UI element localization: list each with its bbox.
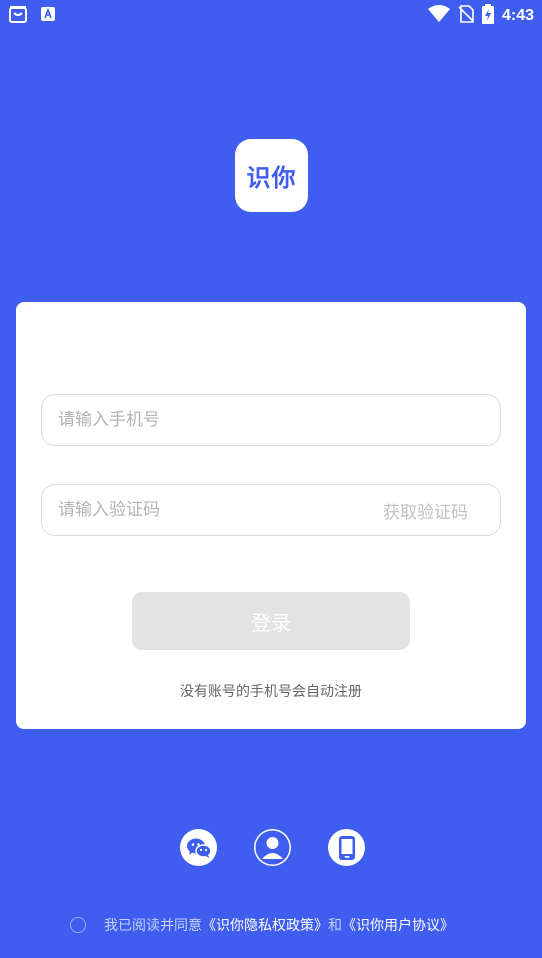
phone-login-button[interactable]: [328, 829, 365, 866]
get-code-button[interactable]: 获取验证码: [383, 498, 486, 523]
wechat-login-button[interactable]: [180, 829, 217, 866]
agreement-and: 和: [328, 918, 342, 934]
agreement-row: 我已阅读并同意 《识你隐私权政策》 和 《识你用户协议》: [70, 915, 454, 935]
wifi-icon: [427, 5, 450, 27]
app-notification-icon: [40, 6, 56, 26]
login-button[interactable]: 登录: [132, 592, 410, 650]
phone-input-wrapper: [41, 394, 501, 446]
agreement-prefix: 我已阅读并同意: [104, 918, 202, 934]
privacy-policy-link[interactable]: 《识你隐私权政策》: [202, 915, 328, 935]
wechat-icon: [186, 838, 212, 858]
agreement-checkbox[interactable]: [70, 917, 86, 933]
store-icon: [8, 4, 28, 28]
phone-input[interactable]: [56, 409, 486, 431]
status-bar: 4:43: [0, 0, 542, 30]
battery-charging-icon: [481, 4, 494, 28]
user-agreement-link[interactable]: 《识你用户协议》: [342, 915, 454, 935]
verification-code-input[interactable]: [56, 499, 383, 521]
code-input-wrapper: 获取验证码: [41, 484, 501, 536]
user-icon: [255, 830, 290, 865]
clock-time: 4:43: [501, 7, 534, 24]
no-sim-icon: [458, 5, 474, 27]
login-card: 获取验证码 登录 没有账号的手机号会自动注册: [16, 302, 526, 729]
app-logo-text: 识你: [246, 164, 297, 192]
app-logo: 识你: [235, 139, 308, 212]
auto-register-hint: 没有账号的手机号会自动注册: [180, 684, 362, 700]
account-login-button[interactable]: [254, 829, 291, 866]
login-methods: [180, 829, 365, 866]
phone-icon: [338, 835, 355, 860]
